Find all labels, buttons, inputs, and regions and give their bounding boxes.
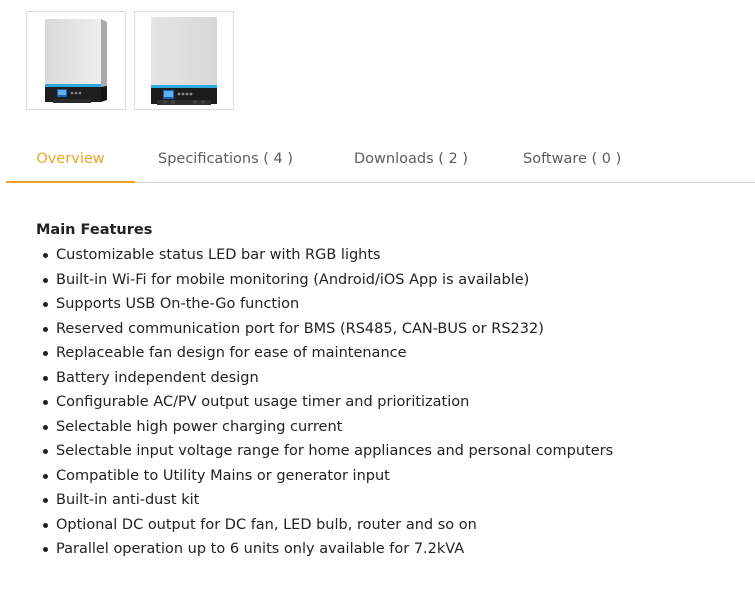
feature-item: Supports USB On-the-Go function xyxy=(36,292,736,317)
bullet-icon xyxy=(43,498,48,503)
feature-item: Built-in anti-dust kit xyxy=(36,488,736,513)
feature-item: Reserved communication port for BMS (RS4… xyxy=(36,317,736,342)
tab-overview[interactable]: Overview xyxy=(6,140,135,183)
tab-downloads[interactable]: Downloads ( 2 ) xyxy=(354,140,474,181)
feature-text: Reserved communication port for BMS (RS4… xyxy=(56,320,544,337)
feature-text: Optional DC output for DC fan, LED bulb,… xyxy=(56,516,477,533)
feature-item: Built-in Wi-Fi for mobile monitoring (An… xyxy=(36,268,736,293)
feature-text: Built-in anti-dust kit xyxy=(56,492,200,508)
feature-item: Optional DC output for DC fan, LED bulb,… xyxy=(36,513,736,538)
bullet-icon xyxy=(43,449,48,454)
bullet-icon xyxy=(43,400,48,405)
feature-text: Battery independent design xyxy=(56,369,259,386)
feature-item: Replaceable fan design for ease of maint… xyxy=(36,341,736,366)
feature-text: Compatible to Utility Mains or generator… xyxy=(56,467,390,484)
tab-software[interactable]: Software ( 0 ) xyxy=(523,140,643,181)
thumbnail-angled[interactable] xyxy=(26,11,126,110)
feature-text: Supports USB On-the-Go function xyxy=(56,296,300,312)
bullet-icon xyxy=(43,473,48,479)
bullet-icon xyxy=(43,424,48,430)
feature-text: Built-in Wi-Fi for mobile monitoring (An… xyxy=(56,271,530,288)
features-list: Customizable status LED bar with RGB lig… xyxy=(36,243,736,562)
bullet-icon xyxy=(43,375,48,381)
inverter-angled-image xyxy=(45,19,107,103)
feature-item: Battery independent design xyxy=(36,366,736,391)
tab-specifications[interactable]: Specifications ( 4 ) xyxy=(158,140,300,181)
feature-text: Replaceable fan design for ease of maint… xyxy=(56,345,407,361)
product-gallery xyxy=(26,11,234,110)
feature-item: Configurable AC/PV output usage timer an… xyxy=(36,390,736,415)
product-tabs: Overview Specifications ( 4 ) Downloads … xyxy=(6,140,755,183)
bullet-icon xyxy=(43,253,48,258)
features-heading: Main Features xyxy=(36,222,153,238)
feature-item: Parallel operation up to 6 units only av… xyxy=(36,537,736,562)
bullet-icon xyxy=(43,547,48,552)
feature-item: Selectable input voltage range for home … xyxy=(36,439,736,464)
inverter-front-image xyxy=(151,17,217,105)
overview-panel: Main Features Customizable status LED ba… xyxy=(36,219,736,562)
feature-text: Selectable input voltage range for home … xyxy=(56,443,614,459)
bullet-icon xyxy=(43,522,48,528)
feature-item: Customizable status LED bar with RGB lig… xyxy=(36,243,736,268)
feature-text: Customizable status LED bar with RGB lig… xyxy=(56,247,381,263)
thumbnail-front[interactable] xyxy=(134,11,234,110)
bullet-icon xyxy=(43,326,48,332)
feature-text: Configurable AC/PV output usage timer an… xyxy=(56,394,470,410)
feature-item: Selectable high power charging current xyxy=(36,415,736,440)
bullet-icon xyxy=(43,277,48,283)
feature-item: Compatible to Utility Mains or generator… xyxy=(36,464,736,489)
bullet-icon xyxy=(43,351,48,356)
feature-text: Parallel operation up to 6 units only av… xyxy=(56,541,465,557)
bullet-icon xyxy=(43,302,48,307)
feature-text: Selectable high power charging current xyxy=(56,418,343,435)
